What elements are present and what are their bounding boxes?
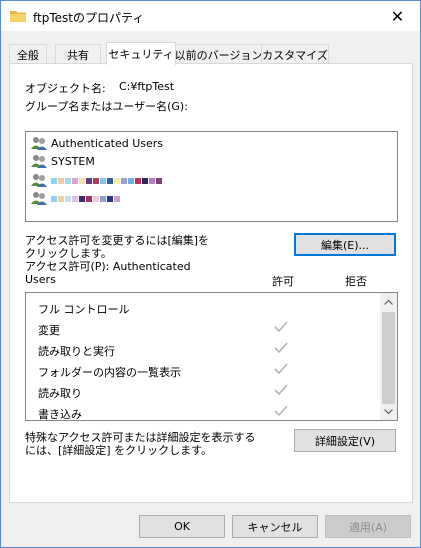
close-icon: ✕: [390, 6, 405, 26]
tab-label: セキュリティ: [108, 48, 174, 61]
users-group-icon: [31, 137, 47, 150]
scroll-up-arrow[interactable]: [380, 293, 397, 310]
scroll-thumb[interactable]: [382, 312, 395, 404]
principal-list[interactable]: Authenticated Users SYSTEM: [25, 131, 398, 222]
principal-item-authenticated-users[interactable]: Authenticated Users: [30, 134, 163, 152]
cancel-button-label: キャンセル: [247, 520, 303, 534]
permissions-list[interactable]: フル コントロール 変更 読み取りと実行 フォルダーの内容の一覧表示 読み取り …: [25, 292, 398, 421]
advanced-button-label: 詳細設定(V): [314, 434, 376, 448]
tab-general[interactable]: 全般: [9, 44, 47, 64]
permission-name: フォルダーの内容の一覧表示: [38, 366, 181, 379]
change-permissions-hint: アクセス許可を変更するには[編集]を クリックします。: [25, 234, 210, 260]
edit-button-label: 編集(E)...: [320, 238, 370, 252]
permission-name: 読み取りと実行: [38, 345, 115, 358]
tab-customize[interactable]: カスタマイズ: [261, 44, 329, 64]
permission-name: 読み取り: [38, 387, 82, 400]
chevron-up-icon: [384, 299, 393, 305]
principal-name: Authenticated Users: [51, 136, 164, 150]
apply-button-label: 適用(A): [348, 520, 388, 534]
advanced-button[interactable]: 詳細設定(V): [294, 429, 396, 452]
tab-label: 以前のバージョン: [174, 48, 263, 62]
cancel-button[interactable]: キャンセル: [232, 515, 318, 538]
tab-label: 全般: [17, 48, 39, 62]
permission-row: 変更: [26, 318, 381, 339]
users-group-icon: [31, 192, 47, 205]
title-bar[interactable]: ftpTestのプロパティ ✕: [1, 1, 420, 31]
object-name-label: オブジェクト名:: [25, 82, 106, 95]
permission-row: 読み取り: [26, 381, 381, 402]
check-icon: [274, 363, 288, 375]
chevron-down-icon: [384, 408, 393, 414]
tab-label: 共有: [67, 48, 89, 62]
folder-icon: [10, 11, 26, 22]
window-title: ftpTestのプロパティ: [33, 11, 145, 25]
check-icon: [274, 342, 288, 354]
advanced-hint: 特殊なアクセス許可または詳細設定を表示するには、[詳細設定] をクリックします。: [25, 431, 256, 457]
principal-item-redacted[interactable]: [30, 171, 163, 189]
permission-row: フル コントロール: [26, 297, 381, 318]
permission-row: フォルダーの内容の一覧表示: [26, 360, 381, 381]
properties-window: ftpTestのプロパティ ✕ 全般 共有 セキュリティ 以前のバージョン カス…: [0, 0, 421, 548]
users-group-icon: [31, 174, 47, 187]
check-icon: [274, 384, 288, 396]
redacted-mosaic: [51, 174, 163, 187]
deny-column-header: 拒否: [345, 275, 367, 288]
permissions-scrollbar[interactable]: [380, 293, 397, 420]
tab-security[interactable]: セキュリティ: [106, 42, 176, 65]
check-icon: [274, 321, 288, 333]
apply-button[interactable]: 適用(A): [325, 515, 411, 538]
allow-column-header: 許可: [272, 275, 294, 288]
principal-name: SYSTEM: [51, 154, 95, 168]
ok-button-label: OK: [174, 520, 190, 533]
tab-sharing[interactable]: 共有: [55, 44, 101, 64]
ok-button[interactable]: OK: [139, 515, 225, 538]
permission-name: 変更: [38, 324, 60, 337]
scroll-down-arrow[interactable]: [380, 403, 397, 420]
users-group-icon: [31, 155, 47, 168]
permission-name: 書き込み: [38, 408, 82, 421]
close-button[interactable]: ✕: [375, 1, 420, 31]
edit-button[interactable]: 編集(E)...: [294, 233, 396, 256]
check-icon: [274, 405, 288, 417]
tab-previous-versions[interactable]: 以前のバージョン: [175, 44, 262, 64]
permission-row: 読み取りと実行: [26, 339, 381, 360]
group-user-label: グループ名またはユーザー名(G):: [25, 100, 188, 113]
permission-name: フル コントロール: [38, 303, 130, 316]
redacted-mosaic: [51, 192, 121, 205]
permissions-for-label: アクセス許可(P): Authenticated Users: [25, 260, 191, 286]
object-name-value: C:¥ftpTest: [119, 80, 175, 93]
permission-row: 書き込み: [26, 402, 381, 421]
principal-item-system[interactable]: SYSTEM: [30, 152, 95, 170]
principal-item-redacted[interactable]: [30, 189, 121, 207]
tab-label: カスタマイズ: [262, 48, 328, 62]
